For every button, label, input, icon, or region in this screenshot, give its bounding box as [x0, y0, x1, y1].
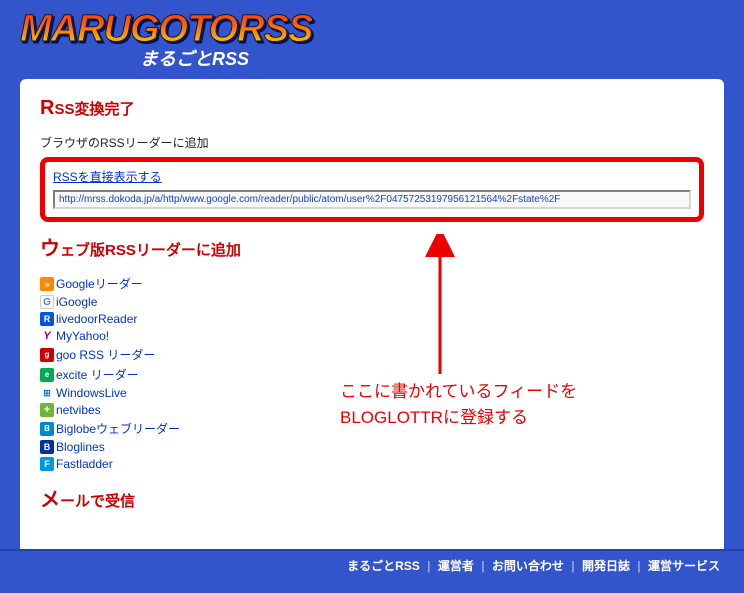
web-reader-title: ウェブ版RSSリーダーに追加: [40, 232, 704, 261]
reader-item: ggoo RSS リーダー: [40, 346, 704, 363]
browser-reader-label: ブラウザのRSSリーダーに追加: [40, 134, 704, 151]
reader-list: »GoogleリーダーGiGoogleRlivedoorReaderYMyYah…: [40, 275, 704, 471]
reader-item: RlivedoorReader: [40, 312, 704, 326]
reader-link[interactable]: iGoogle: [56, 295, 97, 309]
reader-item: »Googleリーダー: [40, 275, 704, 292]
reader-item: YMyYahoo!: [40, 329, 704, 343]
separator: |: [424, 559, 434, 573]
annotation-text: ここに書かれているフィードを BLOGLOTTRに登録する: [340, 379, 577, 430]
ic-nv-icon: +: [40, 403, 54, 417]
highlight-box: RSSを直接表示する: [40, 157, 704, 222]
ic-y-icon: Y: [40, 329, 54, 343]
ic-goo-icon: g: [40, 348, 54, 362]
reader-link[interactable]: netvibes: [56, 403, 101, 417]
page-title: RSS変換完了: [40, 97, 704, 120]
footer: まるごとRSS | 運営者 | お問い合わせ | 開発日誌 | 運営サービス: [0, 549, 744, 580]
footer-link[interactable]: お問い合わせ: [492, 559, 564, 573]
footer-link[interactable]: まるごとRSS: [347, 559, 420, 573]
reader-link[interactable]: Bloglines: [56, 440, 105, 454]
logo: MARUGOTORSS: [20, 8, 312, 51]
footer-link[interactable]: 開発日誌: [582, 559, 630, 573]
ic-g-icon: G: [40, 295, 54, 309]
ic-fl-icon: F: [40, 457, 54, 471]
reader-link[interactable]: WindowsLive: [56, 386, 127, 400]
direct-rss-link[interactable]: RSSを直接表示する: [53, 168, 691, 185]
reader-link[interactable]: Fastladder: [56, 457, 113, 471]
rss-url-input[interactable]: [53, 190, 691, 209]
reader-link[interactable]: Googleリーダー: [56, 275, 143, 292]
separator: |: [634, 559, 644, 573]
ic-bg-icon: B: [40, 422, 54, 436]
reader-item: GiGoogle: [40, 295, 704, 309]
reader-link[interactable]: excite リーダー: [56, 366, 139, 383]
ic-wl-icon: ⊞: [40, 386, 54, 400]
reader-item: BBloglines: [40, 440, 704, 454]
main-panel: RSS変換完了 ブラウザのRSSリーダーに追加 RSSを直接表示する ウェブ版R…: [20, 79, 724, 549]
reader-link[interactable]: livedoorReader: [56, 312, 137, 326]
ic-ex-icon: e: [40, 368, 54, 382]
separator: |: [568, 559, 578, 573]
reader-link[interactable]: Biglobeウェブリーダー: [56, 420, 180, 437]
reader-link[interactable]: MyYahoo!: [56, 329, 109, 343]
reader-link[interactable]: goo RSS リーダー: [56, 346, 155, 363]
ic-bl-icon: B: [40, 440, 54, 454]
reader-item: FFastladder: [40, 457, 704, 471]
footer-link[interactable]: 運営サービス: [648, 559, 720, 573]
ic-rss-icon: »: [40, 277, 54, 291]
ic-r-icon: R: [40, 312, 54, 326]
footer-link[interactable]: 運営者: [438, 559, 474, 573]
header: MARUGOTORSS まるごとRSS: [0, 0, 744, 75]
mail-title: メールで受信: [40, 483, 704, 512]
separator: |: [478, 559, 488, 573]
